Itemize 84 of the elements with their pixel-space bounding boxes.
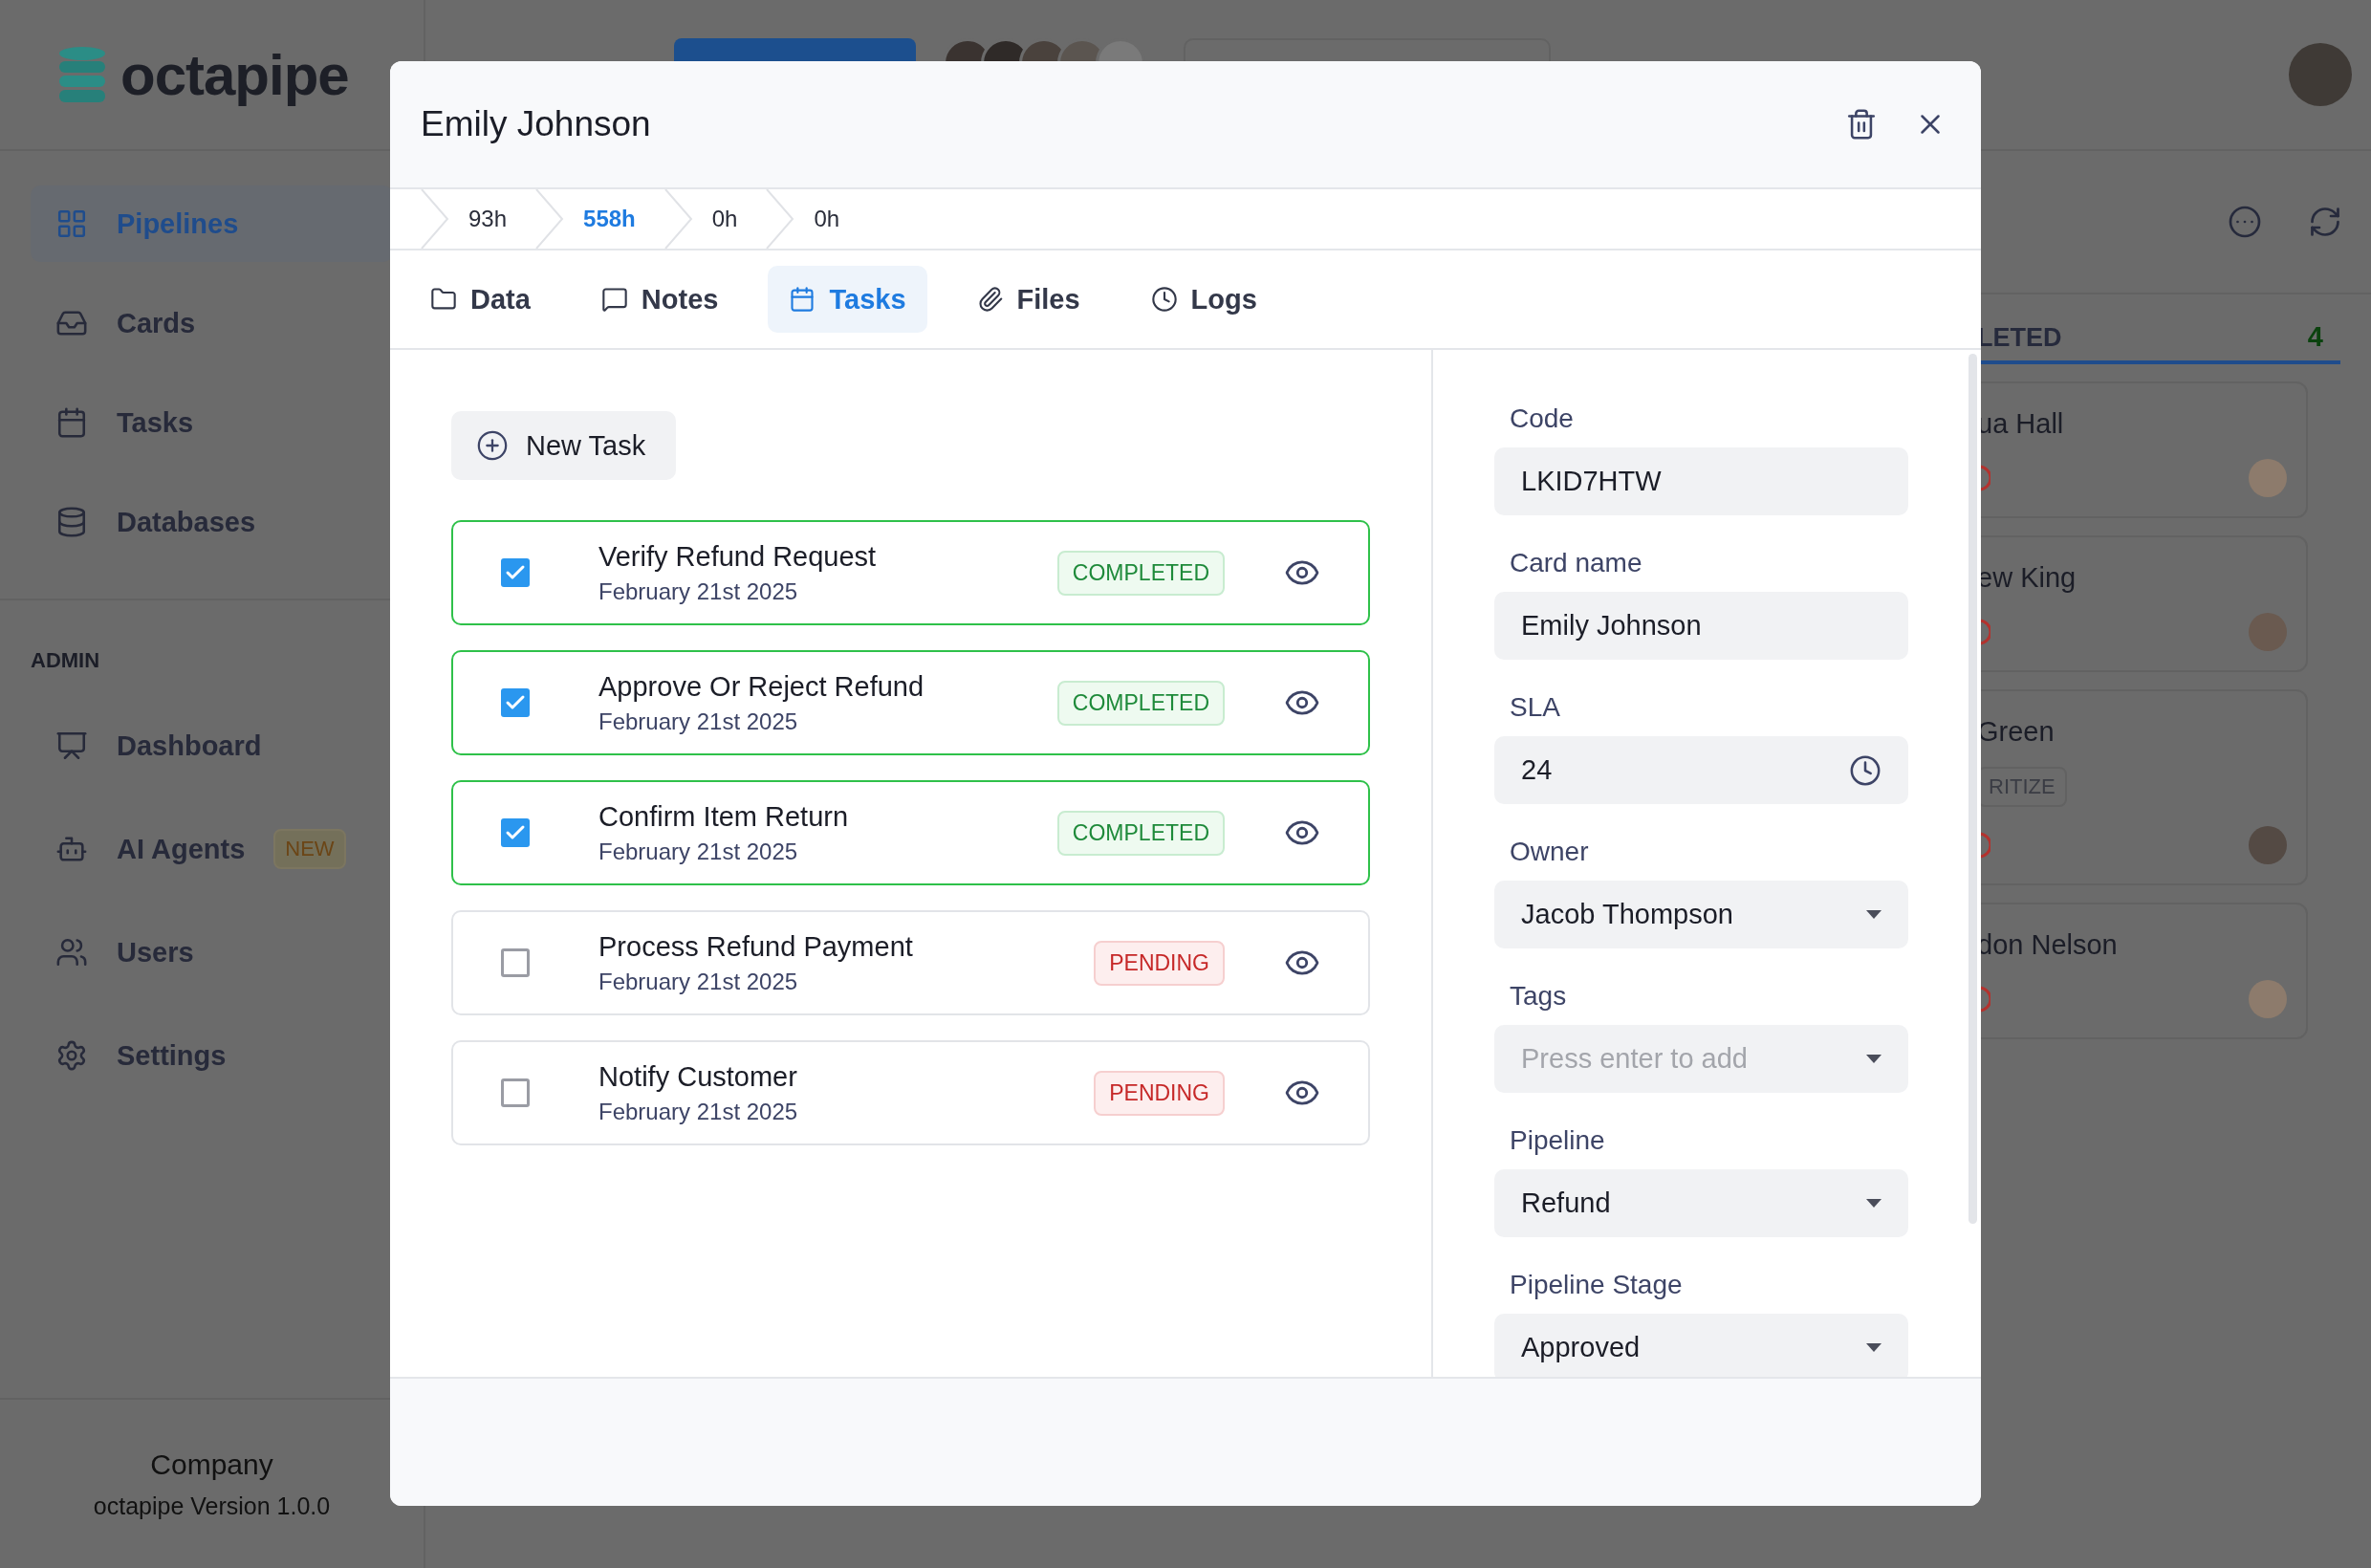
stage-duration[interactable]: 93h xyxy=(449,206,536,232)
dropdown-caret-icon xyxy=(1866,1343,1882,1352)
task-checkbox[interactable] xyxy=(501,558,530,587)
status-badge: PENDING xyxy=(1094,1070,1225,1116)
task-checkbox[interactable] xyxy=(501,818,530,847)
plus-circle-icon xyxy=(476,429,509,462)
avatar xyxy=(2249,980,2287,1018)
task-title: Approve Or Reject Refund xyxy=(598,670,924,703)
select-field[interactable]: Press enter to add xyxy=(1494,1025,1908,1093)
status-badge: COMPLETED xyxy=(1056,550,1225,596)
field-label: Code xyxy=(1510,403,1575,434)
task-checkbox[interactable] xyxy=(501,1078,530,1107)
tab[interactable]: Data xyxy=(409,266,552,333)
input-field[interactable]: Emily Johnson xyxy=(1494,592,1908,660)
sidebar-item[interactable]: Tasks xyxy=(31,384,393,461)
input-field[interactable]: LKID7HTW xyxy=(1494,447,1908,515)
new-task-button[interactable]: New Task xyxy=(451,411,677,480)
clock-icon xyxy=(1150,286,1178,313)
status-badge: COMPLETED xyxy=(1056,810,1225,856)
section-heading: ADMIN xyxy=(30,647,101,674)
select-field[interactable]: Jacob Thompson xyxy=(1494,881,1908,948)
sidebar-item[interactable]: Settings xyxy=(31,1017,393,1094)
status-badge: PENDING xyxy=(1094,940,1225,986)
task-checkbox[interactable] xyxy=(501,688,530,717)
task-date: February 21st 2025 xyxy=(598,838,799,865)
sidebar-item[interactable]: Dashboard xyxy=(31,708,393,784)
more-options-icon[interactable] xyxy=(2228,205,2262,239)
grid-icon xyxy=(55,207,88,240)
tab[interactable]: Logs xyxy=(1129,266,1278,333)
logo-icon xyxy=(57,45,107,104)
field-label: Owner xyxy=(1510,837,1590,867)
select-field[interactable]: Refund xyxy=(1494,1169,1908,1237)
task-date: February 21st 2025 xyxy=(598,968,799,995)
task-title: Notify Customer xyxy=(598,1060,798,1093)
stage-duration[interactable]: 0h xyxy=(794,206,869,232)
field-label: Card name xyxy=(1510,548,1643,578)
task-title: Confirm Item Return xyxy=(598,800,849,833)
field-label: SLA xyxy=(1510,692,1561,723)
speech-bubble-icon xyxy=(600,286,628,313)
refresh-icon[interactable] xyxy=(2308,205,2342,239)
card-name: Green xyxy=(1977,716,2056,748)
avatar xyxy=(2249,613,2287,651)
trash-icon xyxy=(1845,108,1878,141)
sidebar-item[interactable]: Cards xyxy=(31,285,393,361)
version-text: octapipe Version 1.0.0 xyxy=(93,1492,331,1520)
task-title: Verify Refund Request xyxy=(598,540,877,573)
users-icon xyxy=(55,936,88,969)
field-label: Tags xyxy=(1510,981,1568,1012)
logo-text: octapipe xyxy=(120,41,349,108)
stage-duration[interactable]: 0h xyxy=(692,206,767,232)
column-count: 4 xyxy=(2307,321,2323,353)
dropdown-caret-icon xyxy=(1866,1199,1882,1208)
dialog-title: Emily Johnson xyxy=(421,104,651,144)
calendar-icon xyxy=(55,406,88,439)
tab[interactable]: Tasks xyxy=(768,266,927,333)
status-badge: COMPLETED xyxy=(1056,680,1225,726)
scrollbar[interactable] xyxy=(1969,354,1977,1224)
avatar xyxy=(2249,459,2287,497)
sidebar-item[interactable]: Databases xyxy=(31,484,393,560)
tab[interactable]: Notes xyxy=(579,266,740,333)
input-field[interactable]: 24 xyxy=(1494,736,1908,804)
field-label: Pipeline xyxy=(1510,1125,1606,1156)
settings-icon xyxy=(55,1039,88,1072)
select-field[interactable]: Approved xyxy=(1494,1314,1908,1377)
sidebar-item[interactable]: Users xyxy=(31,914,393,991)
new-badge: NEW xyxy=(273,829,346,869)
clock-icon xyxy=(1849,753,1882,787)
chart-board-icon xyxy=(55,730,88,762)
company-name: Company xyxy=(150,1448,273,1481)
task-date: February 21st 2025 xyxy=(598,708,799,735)
tab[interactable]: Files xyxy=(955,266,1101,333)
field-label: Pipeline Stage xyxy=(1510,1270,1684,1300)
task-date: February 21st 2025 xyxy=(598,577,799,605)
stage-duration[interactable]: 558h xyxy=(564,206,664,232)
task-checkbox[interactable] xyxy=(501,948,530,977)
database-icon xyxy=(55,506,88,538)
task-date: February 21st 2025 xyxy=(598,1098,798,1125)
avatar xyxy=(2249,826,2287,864)
dropdown-caret-icon xyxy=(1866,1055,1882,1063)
paperclip-icon xyxy=(976,286,1004,313)
dropdown-caret-icon xyxy=(1866,910,1882,919)
sidebar-item[interactable]: AI Agents NEW xyxy=(31,811,393,887)
calendar-icon xyxy=(789,286,816,313)
task-title: Process Refund Payment xyxy=(598,930,913,963)
